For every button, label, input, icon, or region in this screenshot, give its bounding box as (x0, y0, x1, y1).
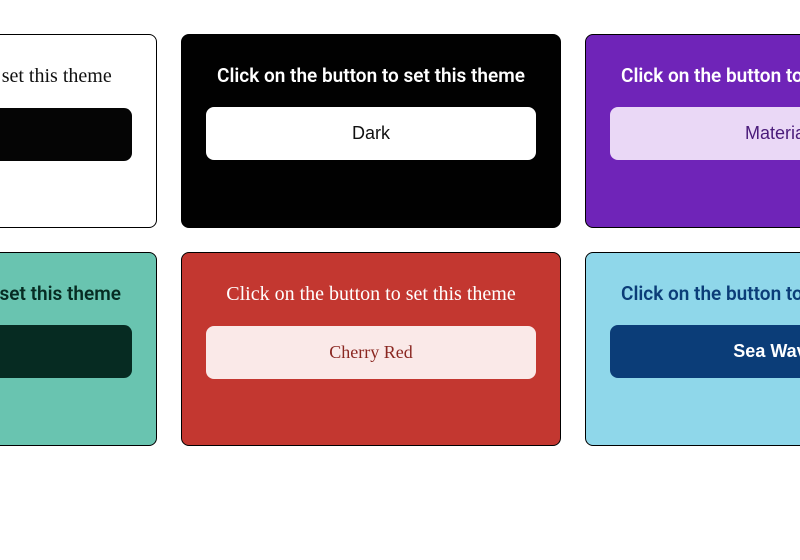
theme-card-materia: Click on the button to set this theme Ma… (585, 34, 800, 228)
theme-prompt: Click on the button to set this theme (0, 281, 131, 307)
theme-select-button-light[interactable]: Light (0, 108, 132, 161)
theme-grid: Click on the button to set this theme Li… (0, 34, 800, 446)
theme-select-button-materia[interactable]: Materia (610, 107, 800, 160)
theme-prompt: Click on the button to set this theme (216, 281, 525, 308)
theme-prompt: Click on the button to set this theme (0, 63, 122, 90)
theme-prompt: Click on the button to set this theme (207, 63, 535, 89)
theme-prompt: Click on the button to set this theme (611, 63, 800, 89)
theme-prompt: Click on the button to set this theme (611, 281, 800, 307)
theme-select-button-forest[interactable]: Forest (0, 325, 132, 378)
theme-card-light: Click on the button to set this theme Li… (0, 34, 157, 228)
theme-select-button-dark[interactable]: Dark (206, 107, 536, 160)
theme-card-forest: Click on the button to set this theme Fo… (0, 252, 157, 446)
theme-card-sea-wave: Click on the button to set this theme Se… (585, 252, 800, 446)
theme-card-cherry-red: Click on the button to set this theme Ch… (181, 252, 561, 446)
theme-card-dark: Click on the button to set this theme Da… (181, 34, 561, 228)
theme-select-button-cherry-red[interactable]: Cherry Red (206, 326, 536, 379)
theme-select-button-sea-wave[interactable]: Sea Wave (610, 325, 800, 378)
